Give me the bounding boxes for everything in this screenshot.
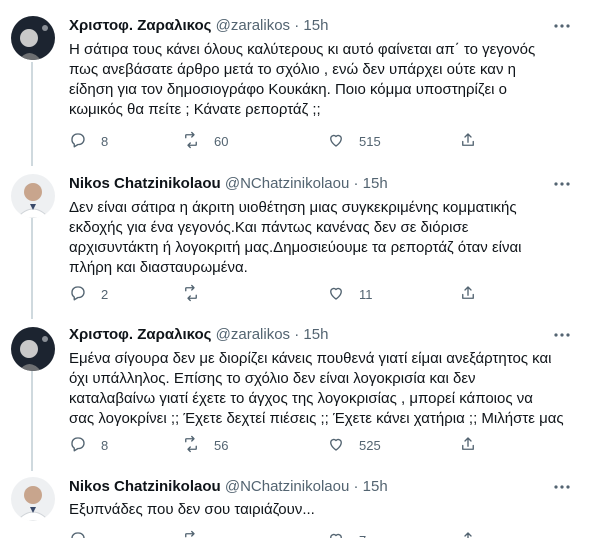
like-button[interactable]: 11 — [327, 284, 373, 304]
retweet-count: 56 — [214, 437, 229, 453]
reply-icon — [69, 284, 87, 305]
display-name[interactable]: Nikos Chatzinikolaou — [69, 175, 221, 192]
tweet-text-line: πλήρη και διασταυρωμένα. — [69, 259, 248, 276]
timestamp[interactable]: 15h — [303, 17, 328, 34]
reply-count: 8 — [101, 437, 109, 453]
share-icon — [459, 131, 477, 152]
share-button[interactable] — [459, 131, 477, 151]
timestamp[interactable]: 15h — [303, 326, 328, 343]
share-icon — [459, 284, 477, 305]
tweet-text: Εξυπνάδες που δεν σου ταιριάζουν... — [69, 500, 569, 520]
reply-icon — [69, 435, 87, 456]
reply-button[interactable] — [69, 530, 101, 538]
more-icon[interactable] — [552, 325, 572, 345]
like-icon — [327, 131, 345, 152]
like-count: 11 — [359, 286, 373, 302]
tweet[interactable]: Χριστοφ. Ζαραλικος @zaralikos · 15h Η σά… — [0, 0, 600, 160]
reply-button[interactable]: 2 — [69, 284, 108, 304]
tweet-header: Nikos Chatzinikolaou @NChatzinikolaou · … — [69, 174, 570, 194]
share-button[interactable] — [459, 284, 477, 304]
tweet-actions: 8 60 515 — [69, 131, 509, 151]
separator-dot: · — [294, 17, 300, 34]
tweet-text: Η σάτιρα τους κάνει όλους καλύτερους κι … — [69, 40, 569, 120]
tweet-text-line: κωμικός θα πείτε ; Κάνατε ρεπορτάζ ;; — [69, 101, 321, 118]
tweet-text-line: σας λογοκρίνει ;; Έχετε δεχτεί πιέσεις ;… — [69, 410, 564, 427]
like-button[interactable]: 7 — [327, 530, 366, 538]
share-button[interactable] — [459, 435, 477, 455]
like-icon — [327, 284, 345, 305]
like-icon — [327, 435, 345, 456]
tweet-text-line: όχι υπάλληλος. Επίσης το σχόλιο δεν είνα… — [69, 370, 476, 387]
reply-count: 8 — [101, 133, 109, 149]
retweet-button[interactable] — [182, 530, 214, 538]
retweet-icon — [182, 435, 200, 456]
tweet-text-line: Εξυπνάδες που δεν σου ταιριάζουν... — [69, 501, 315, 518]
user-handle[interactable]: @NChatzinikolaou — [225, 175, 349, 192]
timestamp[interactable]: 15h — [363, 478, 388, 495]
tweet-header: Χριστοφ. Ζαραλικος @zaralikos · 15h — [69, 325, 570, 345]
like-button[interactable]: 515 — [327, 131, 381, 151]
more-icon[interactable] — [552, 16, 572, 36]
tweet[interactable]: Nikos Chatzinikolaou @NChatzinikolaou · … — [0, 465, 600, 538]
like-count: 515 — [359, 133, 381, 149]
share-icon — [459, 530, 477, 538]
user-handle[interactable]: @zaralikos — [216, 17, 290, 34]
retweet-button[interactable]: 56 — [182, 435, 228, 455]
tweet-text-line: Η σάτιρα τους κάνει όλους καλύτερους κι … — [69, 41, 536, 58]
tweet-text-line: Εμένα σίγουρα δεν με διορίζει κάνεις που… — [69, 350, 552, 367]
avatar[interactable] — [11, 174, 55, 218]
separator-dot: · — [294, 326, 300, 343]
more-icon[interactable] — [552, 477, 572, 497]
avatar[interactable] — [11, 16, 55, 60]
tweet-text-line: πως ανεβάσατε άρθρο μετά το σχόλιο , ενώ… — [69, 61, 516, 78]
display-name[interactable]: Χριστοφ. Ζαραλικος — [69, 17, 211, 34]
share-icon — [459, 435, 477, 456]
tweet-text: Εμένα σίγουρα δεν με διορίζει κάνεις που… — [69, 349, 589, 429]
tweet-text-line: καταλαβαίνω γιατί έχετε το άγχος της λογ… — [69, 390, 533, 407]
conversation-timeline: Χριστοφ. Ζαραλικος @zaralikos · 15h Η σά… — [0, 0, 600, 538]
tweet-text-line: εκδοχής για ένα γεγονός.Και πάντως κανέν… — [69, 219, 469, 236]
retweet-button[interactable]: 60 — [182, 131, 228, 151]
retweet-icon — [182, 131, 200, 152]
share-button[interactable] — [459, 530, 477, 538]
reply-count: 2 — [101, 286, 109, 302]
like-count: 7 — [359, 533, 366, 538]
tweet-text-line: Δεν είναι σάτιρα η άκριτη υιοθέτηση μιας… — [69, 199, 517, 216]
tweet-text-line: είδηση για τον δημοσιογράφο Κουκάκη. Ποι… — [69, 81, 507, 98]
like-count: 525 — [359, 437, 381, 453]
tweet-actions: 2 11 — [69, 284, 509, 304]
retweet-icon — [182, 284, 200, 305]
avatar[interactable] — [11, 327, 55, 371]
display-name[interactable]: Nikos Chatzinikolaou — [69, 478, 221, 495]
display-name[interactable]: Χριστοφ. Ζαραλικος — [69, 326, 211, 343]
reply-button[interactable]: 8 — [69, 435, 108, 455]
like-button[interactable]: 525 — [327, 435, 381, 455]
retweet-icon — [182, 530, 200, 538]
tweet-header: Nikos Chatzinikolaou @NChatzinikolaou · … — [69, 477, 570, 497]
reply-icon — [69, 530, 87, 538]
tweet-actions: 7 — [69, 530, 509, 538]
timestamp[interactable]: 15h — [363, 175, 388, 192]
more-icon[interactable] — [552, 174, 572, 194]
reply-button[interactable]: 8 — [69, 131, 108, 151]
separator-dot: · — [353, 478, 359, 495]
tweet-actions: 8 56 525 — [69, 435, 509, 455]
retweet-button[interactable] — [182, 284, 214, 304]
tweet[interactable]: Nikos Chatzinikolaou @NChatzinikolaou · … — [0, 160, 600, 313]
retweet-count: 60 — [214, 133, 229, 149]
tweet-text: Δεν είναι σάτιρα η άκριτη υιοθέτηση μιας… — [69, 198, 569, 278]
separator-dot: · — [353, 175, 359, 192]
tweet-text-line: αρχισυντάκτη ή λογοκριτή μας.Δημοσιεύουμ… — [69, 239, 522, 256]
user-handle[interactable]: @zaralikos — [216, 326, 290, 343]
like-icon — [327, 530, 345, 538]
reply-icon — [69, 131, 87, 152]
user-handle[interactable]: @NChatzinikolaou — [225, 478, 349, 495]
tweet-header: Χριστοφ. Ζαραλικος @zaralikos · 15h — [69, 16, 570, 36]
tweet[interactable]: Χριστοφ. Ζαραλικος @zaralikos · 15h Εμέν… — [0, 313, 600, 465]
avatar[interactable] — [11, 477, 55, 521]
